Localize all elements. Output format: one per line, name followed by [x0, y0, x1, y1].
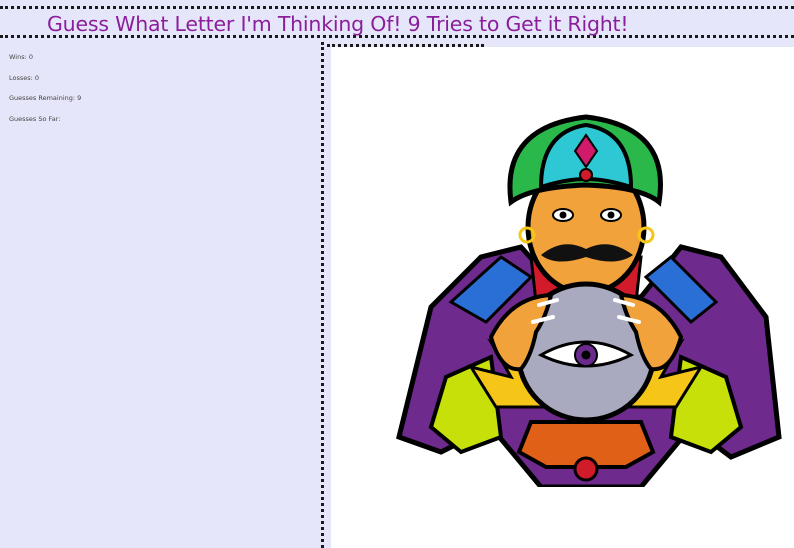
page-header: Guess What Letter I'm Thinking Of! 9 Tri… [0, 6, 794, 38]
guesses-remaining-value: 9 [77, 94, 82, 102]
image-panel [331, 47, 794, 548]
wins-label: Wins: [9, 53, 27, 61]
guesses-so-far-label: Guesses So Far: [9, 114, 61, 123]
page-title: Guess What Letter I'm Thinking Of! 9 Tri… [47, 12, 629, 36]
wins-value: 0 [28, 53, 34, 61]
fortune-teller-image [396, 114, 782, 487]
scoreboard-panel: Wins: 0 Losses: 0 Guesses Remaining: 9 G… [0, 42, 324, 548]
guesses-so-far-stat: Guesses So Far: [9, 115, 312, 123]
wins-stat: Wins: 0 [9, 53, 312, 61]
guesses-remaining-stat: Guesses Remaining: 9 [9, 94, 312, 102]
losses-label: Losses: [9, 73, 33, 82]
guesses-remaining-label: Guesses Remaining: [9, 94, 76, 102]
losses-stat: Losses: 0 [9, 74, 312, 82]
losses-value: 0 [34, 73, 40, 82]
